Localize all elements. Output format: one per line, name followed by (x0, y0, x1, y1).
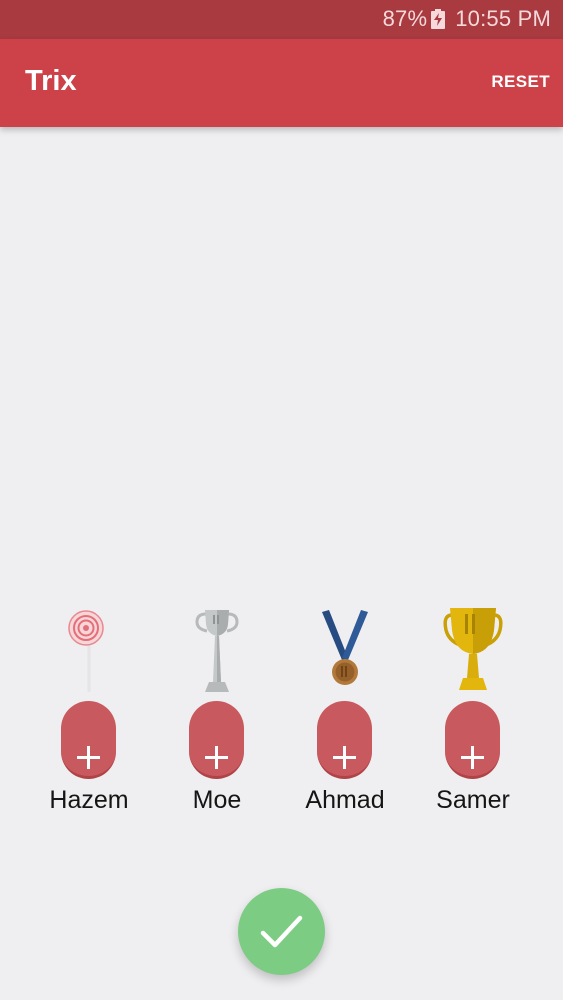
player-column-hazem: Hazem (29, 600, 149, 830)
player-column-samer: Samer (413, 600, 533, 830)
reset-button[interactable]: RESET (491, 72, 550, 92)
add-points-button-ahmad[interactable] (317, 701, 372, 779)
plus-icon (205, 746, 228, 769)
player-column-moe: Moe (157, 600, 277, 830)
bronze-medal-icon (315, 600, 375, 695)
player-name: Samer (436, 786, 510, 814)
status-bar: 87% 10:55 PM (0, 0, 563, 39)
confirm-fab-button[interactable] (238, 888, 325, 975)
checkmark-icon (260, 915, 303, 948)
player-column-ahmad: Ahmad (285, 600, 405, 830)
clock: 10:55 PM (455, 6, 551, 31)
add-points-button-hazem[interactable] (61, 701, 116, 779)
app-title: Trix (25, 65, 77, 97)
add-points-button-samer[interactable] (445, 701, 500, 779)
plus-icon (333, 746, 356, 769)
lollipop-icon (59, 600, 119, 695)
player-name: Moe (192, 786, 242, 814)
plus-icon (461, 746, 484, 769)
battery-charging-icon (431, 9, 446, 29)
gold-trophy-icon (443, 600, 503, 695)
status-indicators: 87% 10:55 PM (383, 6, 551, 32)
silver-trophy-icon (187, 600, 247, 695)
app-bar: Trix RESET (0, 39, 563, 127)
player-name: Ahmad (305, 786, 385, 814)
player-name: Hazem (49, 786, 129, 814)
plus-icon (77, 746, 100, 769)
battery-percentage: 87% (382, 6, 428, 31)
add-points-button-moe[interactable] (189, 701, 244, 779)
